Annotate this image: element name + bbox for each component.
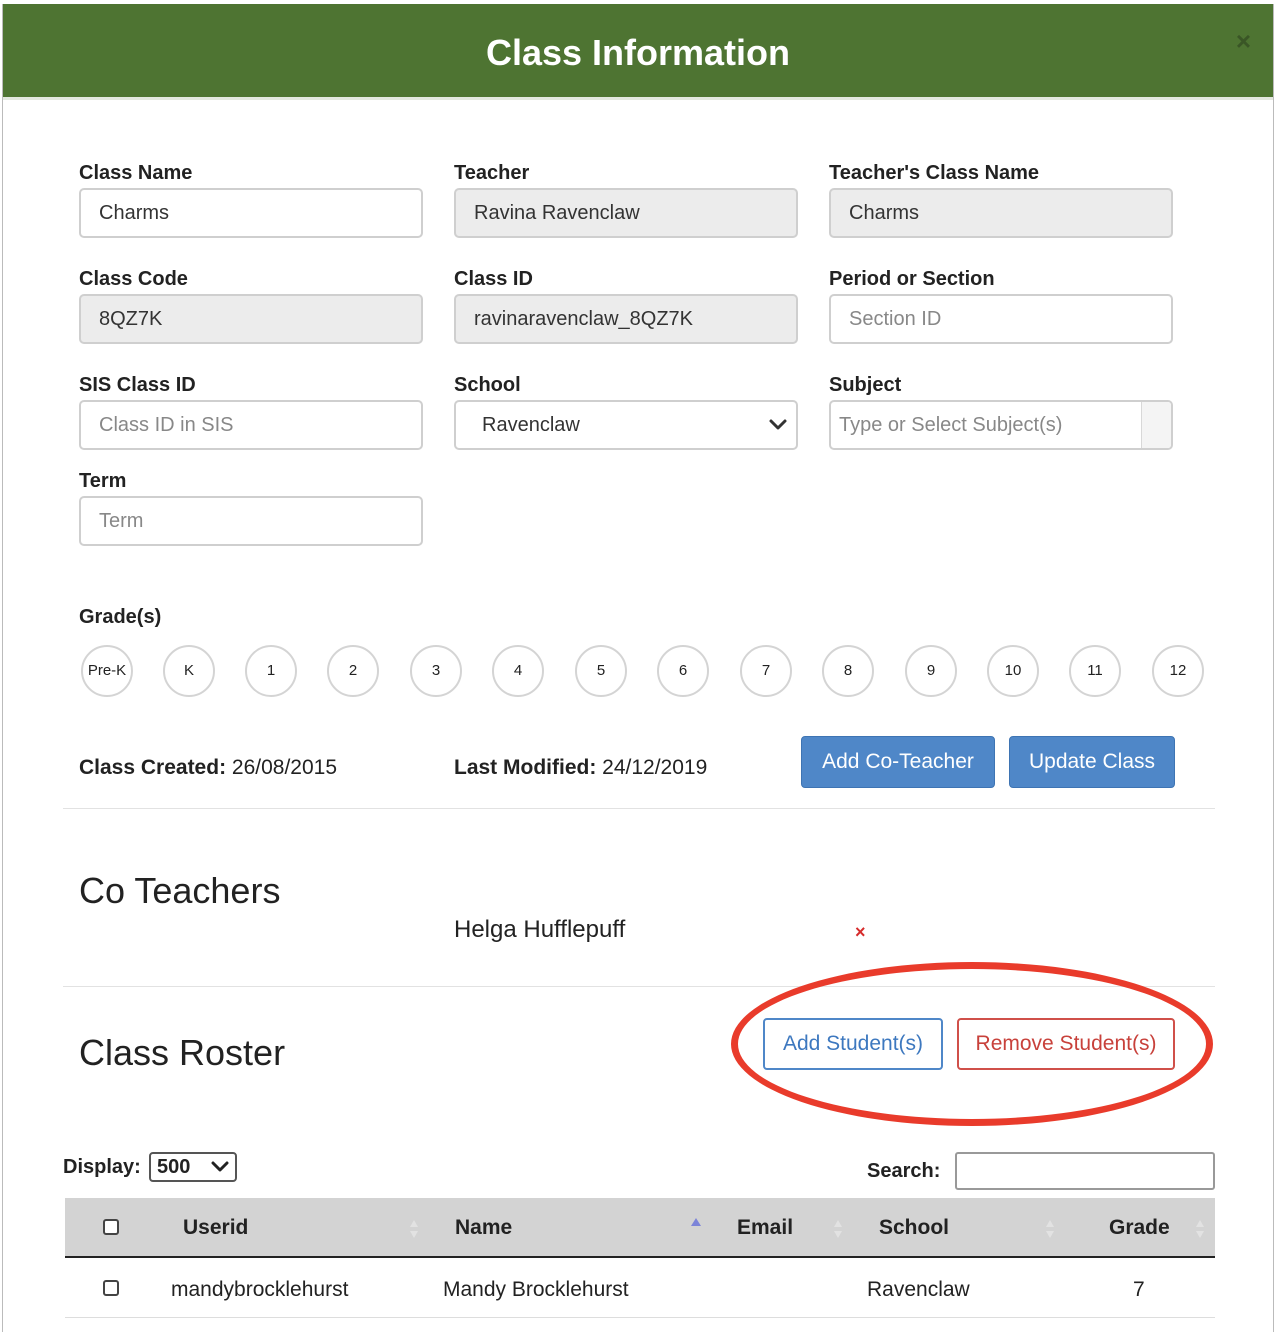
grade-toggle-k[interactable]: K xyxy=(163,645,215,697)
class-roster-title: Class Roster xyxy=(79,1032,286,1073)
co-teachers-title: Co Teachers xyxy=(79,870,281,911)
cell-grade: 7 xyxy=(1133,1278,1145,1301)
add-co-teacher-button[interactable]: Add Co-Teacher xyxy=(801,736,995,788)
sort-asc-icon[interactable] xyxy=(691,1216,701,1238)
table-row[interactable]: mandybrocklehurst Mandy Brocklehurst Rav… xyxy=(65,1260,1215,1318)
period-section-label: Period or Section xyxy=(829,268,995,290)
class-created: Class Created: 26/08/2015 xyxy=(79,756,337,780)
chevron-down-icon xyxy=(769,419,787,430)
modal-title: Class Information xyxy=(485,32,791,73)
class-code-field: 8QZ7K xyxy=(79,294,423,344)
last-modified: Last Modified: 24/12/2019 xyxy=(454,756,707,780)
display-label: Display: xyxy=(63,1156,141,1178)
class-code-label: Class Code xyxy=(79,268,188,290)
class-created-label: Class Created: xyxy=(79,756,227,779)
period-section-input[interactable]: Section ID xyxy=(829,294,1173,344)
grade-toggle-pre-k[interactable]: Pre-K xyxy=(81,645,133,697)
last-modified-label: Last Modified: xyxy=(454,756,597,779)
grade-toggle-6[interactable]: 6 xyxy=(657,645,709,697)
column-header-email[interactable]: Email xyxy=(737,1216,793,1240)
display-count-select[interactable]: 500 xyxy=(149,1152,237,1182)
grade-toggle-1[interactable]: 1 xyxy=(245,645,297,697)
subject-placeholder: Type or Select Subject(s) xyxy=(839,414,1063,436)
subject-dropdown-handle[interactable] xyxy=(1141,402,1171,448)
school-select-value: Ravenclaw xyxy=(482,414,580,436)
close-icon[interactable]: × xyxy=(1236,28,1251,54)
teachers-class-name-field: Charms xyxy=(829,188,1173,238)
class-information-modal: Class Information × Class Name Charms Te… xyxy=(2,4,1274,1332)
column-header-school[interactable]: School xyxy=(879,1216,949,1240)
term-input[interactable]: Term xyxy=(79,496,423,546)
class-id-label: Class ID xyxy=(454,268,533,290)
subject-label: Subject xyxy=(829,374,902,396)
grade-toggle-10[interactable]: 10 xyxy=(987,645,1039,697)
display-count-value: 500 xyxy=(157,1156,191,1178)
column-header-userid[interactable]: Userid xyxy=(183,1216,248,1240)
class-created-value: 26/08/2015 xyxy=(231,756,338,779)
term-label: Term xyxy=(79,470,127,492)
highlight-annotation xyxy=(731,962,1213,1126)
remove-icon[interactable]: × xyxy=(855,922,866,943)
roster-table-header: Userid Name Email School Grade xyxy=(65,1198,1215,1258)
column-header-grade[interactable]: Grade xyxy=(1109,1216,1170,1240)
grade-toggle-5[interactable]: 5 xyxy=(575,645,627,697)
grade-toggle-11[interactable]: 11 xyxy=(1069,645,1121,697)
grade-toggle-4[interactable]: 4 xyxy=(492,645,544,697)
column-header-name[interactable]: Name xyxy=(455,1216,512,1240)
search-input[interactable] xyxy=(955,1152,1215,1190)
divider xyxy=(63,808,1215,809)
sis-class-id-label: SIS Class ID xyxy=(79,374,196,396)
chevron-down-icon xyxy=(211,1161,229,1172)
grade-toggle-8[interactable]: 8 xyxy=(822,645,874,697)
row-select-checkbox[interactable] xyxy=(103,1280,119,1296)
class-name-input[interactable]: Charms xyxy=(79,188,423,238)
select-all-checkbox[interactable] xyxy=(103,1219,119,1235)
teacher-field: Ravina Ravenclaw xyxy=(454,188,798,238)
school-label: School xyxy=(454,374,521,396)
sis-class-id-input[interactable]: Class ID in SIS xyxy=(79,400,423,450)
grade-toggle-7[interactable]: 7 xyxy=(740,645,792,697)
grade-toggle-3[interactable]: 3 xyxy=(410,645,462,697)
sort-icon[interactable] xyxy=(833,1218,843,1240)
grade-toggle-12[interactable]: 12 xyxy=(1152,645,1204,697)
sort-icon[interactable] xyxy=(1195,1218,1205,1240)
class-id-field: ravinaravenclaw_8QZ7K xyxy=(454,294,798,344)
search-label: Search: xyxy=(867,1160,941,1182)
grade-toggle-9[interactable]: 9 xyxy=(905,645,957,697)
school-select[interactable]: Ravenclaw xyxy=(454,400,798,450)
cell-userid: mandybrocklehurst xyxy=(171,1278,349,1301)
sort-icon[interactable] xyxy=(1045,1218,1055,1240)
teachers-class-name-label: Teacher's Class Name xyxy=(829,162,1040,184)
update-class-button[interactable]: Update Class xyxy=(1009,736,1175,788)
grades-label: Grade(s) xyxy=(79,606,162,628)
cell-name: Mandy Brocklehurst xyxy=(443,1278,629,1301)
subject-multiselect[interactable]: Type or Select Subject(s) xyxy=(829,400,1173,450)
modal-header: Class Information × xyxy=(3,4,1273,100)
co-teacher-name: Helga Hufflepuff xyxy=(454,916,626,943)
class-name-label: Class Name xyxy=(79,162,193,184)
teacher-label: Teacher xyxy=(454,162,530,184)
sort-icon[interactable] xyxy=(409,1218,419,1240)
last-modified-value: 24/12/2019 xyxy=(602,756,708,779)
cell-school: Ravenclaw xyxy=(867,1278,970,1301)
grade-toggle-2[interactable]: 2 xyxy=(327,645,379,697)
